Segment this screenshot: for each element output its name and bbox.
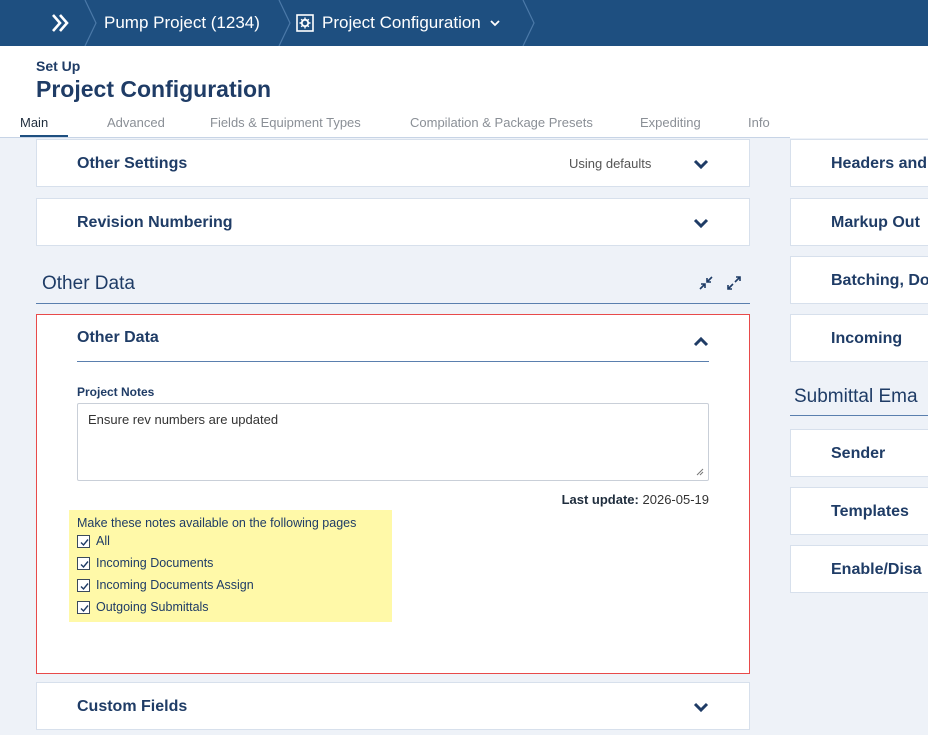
tab-info[interactable]: Info	[748, 115, 770, 130]
panel-status: Using defaults	[569, 156, 652, 171]
section-title-other-data: Other Data	[42, 273, 135, 294]
section-title-submittal-email: Submittal Ema	[794, 386, 918, 407]
resize-grip-icon[interactable]	[696, 468, 704, 476]
collapse-all-icon[interactable]	[699, 276, 713, 290]
project-notes-label: Project Notes	[77, 385, 155, 399]
double-chevron-right-icon	[52, 14, 69, 32]
active-tab-indicator	[20, 135, 68, 137]
templates-panel[interactable]: Templates	[790, 487, 928, 535]
panel-title: Revision Numbering	[77, 214, 233, 231]
tab-main[interactable]: Main	[20, 115, 48, 130]
home-button[interactable]	[38, 0, 84, 46]
batching-panel[interactable]: Batching, Do	[790, 256, 928, 304]
breadcrumb-current-label: Project Configuration	[322, 13, 481, 32]
markup-panel[interactable]: Markup Out	[790, 198, 928, 246]
other-settings-panel[interactable]: Other Settings Using defaults	[36, 139, 750, 187]
availability-highlight: Make these notes available on the follow…	[69, 510, 392, 622]
checkbox-all[interactable]: All	[77, 532, 110, 550]
panel-title: Enable/Disa	[831, 561, 922, 578]
breadcrumb-bar: Pump Project (1234) Project Configuratio…	[0, 0, 928, 46]
tab-advanced[interactable]: Advanced	[107, 115, 165, 130]
checkbox[interactable]	[77, 600, 90, 614]
sender-panel[interactable]: Sender	[790, 429, 928, 477]
panel-title: Other Data	[77, 329, 159, 346]
checkbox-label: Outgoing Submittals	[96, 600, 209, 614]
panel-title: Custom Fields	[77, 698, 188, 715]
section-divider	[790, 415, 928, 416]
chevron-down-icon	[490, 20, 500, 27]
checkmark-icon	[80, 560, 89, 568]
chevron-down-icon[interactable]	[693, 159, 709, 171]
tab-compilation-presets[interactable]: Compilation & Package Presets	[410, 115, 593, 130]
panel-title: Sender	[831, 445, 886, 462]
checkbox-incoming-documents-assign[interactable]: Incoming Documents Assign	[77, 576, 254, 594]
tab-bar: Main Advanced Fields & Equipment Types C…	[0, 112, 790, 138]
checkbox-outgoing-submittals[interactable]: Outgoing Submittals	[77, 598, 209, 616]
panel-title: Markup Out	[831, 214, 920, 231]
last-update-value: 2026-05-19	[642, 492, 710, 507]
checkbox-label: All	[96, 534, 110, 548]
checkmark-icon	[80, 582, 89, 590]
chevron-down-icon[interactable]	[693, 218, 709, 230]
revision-numbering-panel[interactable]: Revision Numbering	[36, 198, 750, 246]
custom-fields-panel[interactable]: Custom Fields	[36, 682, 750, 730]
headers-panel[interactable]: Headers and	[790, 139, 928, 187]
project-notes-value: Ensure rev numbers are updated	[88, 412, 279, 427]
checkbox[interactable]	[77, 578, 90, 592]
project-notes-textarea[interactable]: Ensure rev numbers are updated	[77, 403, 709, 481]
checkbox[interactable]	[77, 534, 90, 548]
gear-box-icon	[296, 14, 314, 32]
breadcrumb-separator	[278, 0, 291, 46]
other-data-panel: Other Data Project Notes Ensure rev numb…	[36, 314, 750, 674]
tab-fields-equipment[interactable]: Fields & Equipment Types	[210, 115, 361, 130]
panel-divider	[77, 361, 709, 362]
enable-disable-panel[interactable]: Enable/Disa	[790, 545, 928, 593]
incoming-panel[interactable]: Incoming	[790, 314, 928, 362]
checkbox[interactable]	[77, 556, 90, 570]
checkbox-incoming-documents[interactable]: Incoming Documents	[77, 554, 213, 572]
page-subtitle: Set Up	[36, 58, 81, 74]
checkbox-label: Incoming Documents	[96, 556, 214, 570]
checkbox-label: Incoming Documents Assign	[96, 578, 254, 592]
last-update: Last update: 2026-05-19	[562, 492, 709, 507]
checkmark-icon	[80, 538, 89, 546]
breadcrumb-separator	[522, 0, 535, 46]
panel-title: Incoming	[831, 330, 903, 347]
breadcrumb-project[interactable]: Pump Project (1234)	[104, 0, 260, 46]
breadcrumb-current[interactable]: Project Configuration	[296, 0, 501, 46]
section-divider	[36, 303, 750, 304]
checkmark-icon	[80, 604, 89, 612]
tab-expediting[interactable]: Expediting	[640, 115, 701, 130]
availability-label: Make these notes available on the follow…	[77, 516, 357, 530]
last-update-label: Last update:	[561, 492, 639, 507]
page-header: Set Up Project Configuration Main Advanc…	[0, 46, 928, 138]
panel-title: Batching, Do	[831, 272, 928, 289]
chevron-down-icon[interactable]	[693, 702, 709, 714]
panel-title: Other Settings	[77, 155, 188, 172]
panel-title: Templates	[831, 503, 909, 520]
breadcrumb-separator	[84, 0, 97, 46]
chevron-up-icon[interactable]	[693, 335, 709, 347]
page-title: Project Configuration	[36, 76, 272, 102]
expand-all-icon[interactable]	[727, 276, 741, 290]
panel-title: Headers and	[831, 155, 928, 172]
